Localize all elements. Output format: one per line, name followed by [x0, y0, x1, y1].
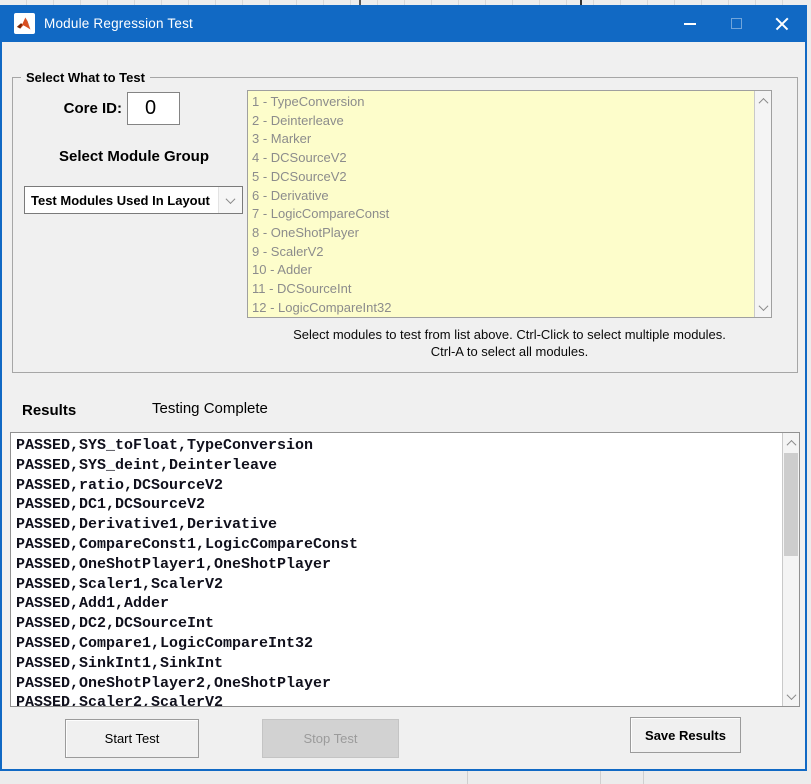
hint-line-2: Ctrl-A to select all modules. — [247, 343, 772, 360]
screen: Module Regression Test Select What to Te… — [0, 0, 811, 784]
result-line[interactable]: PASSED,OneShotPlayer2,OneShotPlayer — [16, 674, 779, 694]
hint-line-1: Select modules to test from list above. … — [247, 326, 772, 343]
result-line[interactable]: PASSED,Scaler1,ScalerV2 — [16, 575, 779, 595]
window-title: Module Regression Test — [44, 16, 193, 31]
module-group-dropdown-value: Test Modules Used In Layout — [25, 193, 218, 208]
desktop-line — [467, 771, 468, 784]
scroll-up-icon[interactable] — [783, 434, 799, 452]
module-group-dropdown[interactable]: Test Modules Used In Layout — [24, 186, 243, 214]
results-scrollbar[interactable] — [782, 433, 799, 706]
result-line[interactable]: PASSED,Add1,Adder — [16, 594, 779, 614]
desktop-line — [643, 771, 644, 784]
minimize-button[interactable] — [667, 5, 713, 42]
core-id-input[interactable] — [127, 92, 180, 125]
scroll-down-icon[interactable] — [755, 298, 771, 316]
result-line[interactable]: PASSED,SinkInt1,SinkInt — [16, 654, 779, 674]
chevron-down-icon — [226, 194, 236, 204]
core-id-label: Core ID: — [40, 100, 122, 117]
module-list-item[interactable]: 8 - OneShotPlayer — [252, 224, 751, 243]
window-border-bottom — [0, 769, 807, 771]
module-list-scrollbar[interactable] — [754, 91, 771, 317]
module-list-item[interactable]: 2 - Deinterleave — [252, 112, 751, 131]
desktop-background-bottom — [0, 771, 811, 784]
result-line[interactable]: PASSED,SYS_deint,Deinterleave — [16, 456, 779, 476]
close-icon — [775, 17, 789, 31]
dropdown-arrow-zone[interactable] — [218, 187, 242, 213]
module-listbox[interactable]: 1 - TypeConversion2 - Deinterleave3 - Ma… — [247, 90, 772, 318]
maximize-icon — [731, 18, 742, 29]
result-line[interactable]: PASSED,DC2,DCSourceInt — [16, 614, 779, 634]
result-line[interactable]: PASSED,Scaler2,ScalerV2 — [16, 693, 779, 707]
minimize-icon — [684, 23, 696, 25]
title-bar[interactable]: Module Regression Test — [2, 5, 805, 42]
result-line[interactable]: PASSED,Compare1,LogicCompareInt32 — [16, 634, 779, 654]
groupbox-legend: Select What to Test — [21, 70, 150, 85]
stop-test-button[interactable]: Stop Test — [262, 719, 399, 758]
module-list-item[interactable]: 1 - TypeConversion — [252, 93, 751, 112]
scrollbar-thumb[interactable] — [784, 453, 798, 556]
result-line[interactable]: PASSED,Derivative1,Derivative — [16, 515, 779, 535]
module-list-item[interactable]: 3 - Marker — [252, 130, 751, 149]
result-line[interactable]: PASSED,CompareConst1,LogicCompareConst — [16, 535, 779, 555]
module-list-item[interactable]: 11 - DCSourceInt — [252, 280, 751, 299]
module-select-hint: Select modules to test from list above. … — [247, 326, 772, 360]
results-status-text: Testing Complete — [152, 400, 268, 417]
module-list-item[interactable]: 6 - Derivative — [252, 187, 751, 206]
matlab-logo-icon — [14, 13, 35, 34]
result-line[interactable]: PASSED,OneShotPlayer1,OneShotPlayer — [16, 555, 779, 575]
module-list-item[interactable]: 5 - DCSourceV2 — [252, 168, 751, 187]
results-listbox[interactable]: PASSED,SYS_toFloat,TypeConversionPASSED,… — [10, 432, 800, 707]
module-list-item[interactable]: 12 - LogicCompareInt32 — [252, 299, 751, 318]
scroll-down-icon[interactable] — [783, 687, 799, 705]
maximize-button[interactable] — [713, 5, 759, 42]
module-items: 1 - TypeConversion2 - Deinterleave3 - Ma… — [252, 93, 751, 317]
module-group-label: Select Module Group — [25, 148, 243, 165]
start-test-button[interactable]: Start Test — [65, 719, 199, 758]
scroll-up-icon[interactable] — [755, 92, 771, 110]
window-border-right — [805, 5, 807, 771]
module-list-item[interactable]: 10 - Adder — [252, 261, 751, 280]
save-results-button[interactable]: Save Results — [630, 717, 741, 753]
desktop-background-right — [807, 0, 811, 784]
result-line[interactable]: PASSED,DC1,DCSourceV2 — [16, 495, 779, 515]
caption-buttons — [667, 5, 805, 42]
results-label: Results — [22, 402, 76, 419]
results-lines: PASSED,SYS_toFloat,TypeConversionPASSED,… — [16, 436, 779, 707]
module-list-item[interactable]: 4 - DCSourceV2 — [252, 149, 751, 168]
desktop-line — [600, 771, 601, 784]
module-list-item[interactable]: 7 - LogicCompareConst — [252, 205, 751, 224]
close-button[interactable] — [759, 5, 805, 42]
result-line[interactable]: PASSED,ratio,DCSourceV2 — [16, 476, 779, 496]
module-list-item[interactable]: 9 - ScalerV2 — [252, 243, 751, 262]
result-line[interactable]: PASSED,SYS_toFloat,TypeConversion — [16, 436, 779, 456]
